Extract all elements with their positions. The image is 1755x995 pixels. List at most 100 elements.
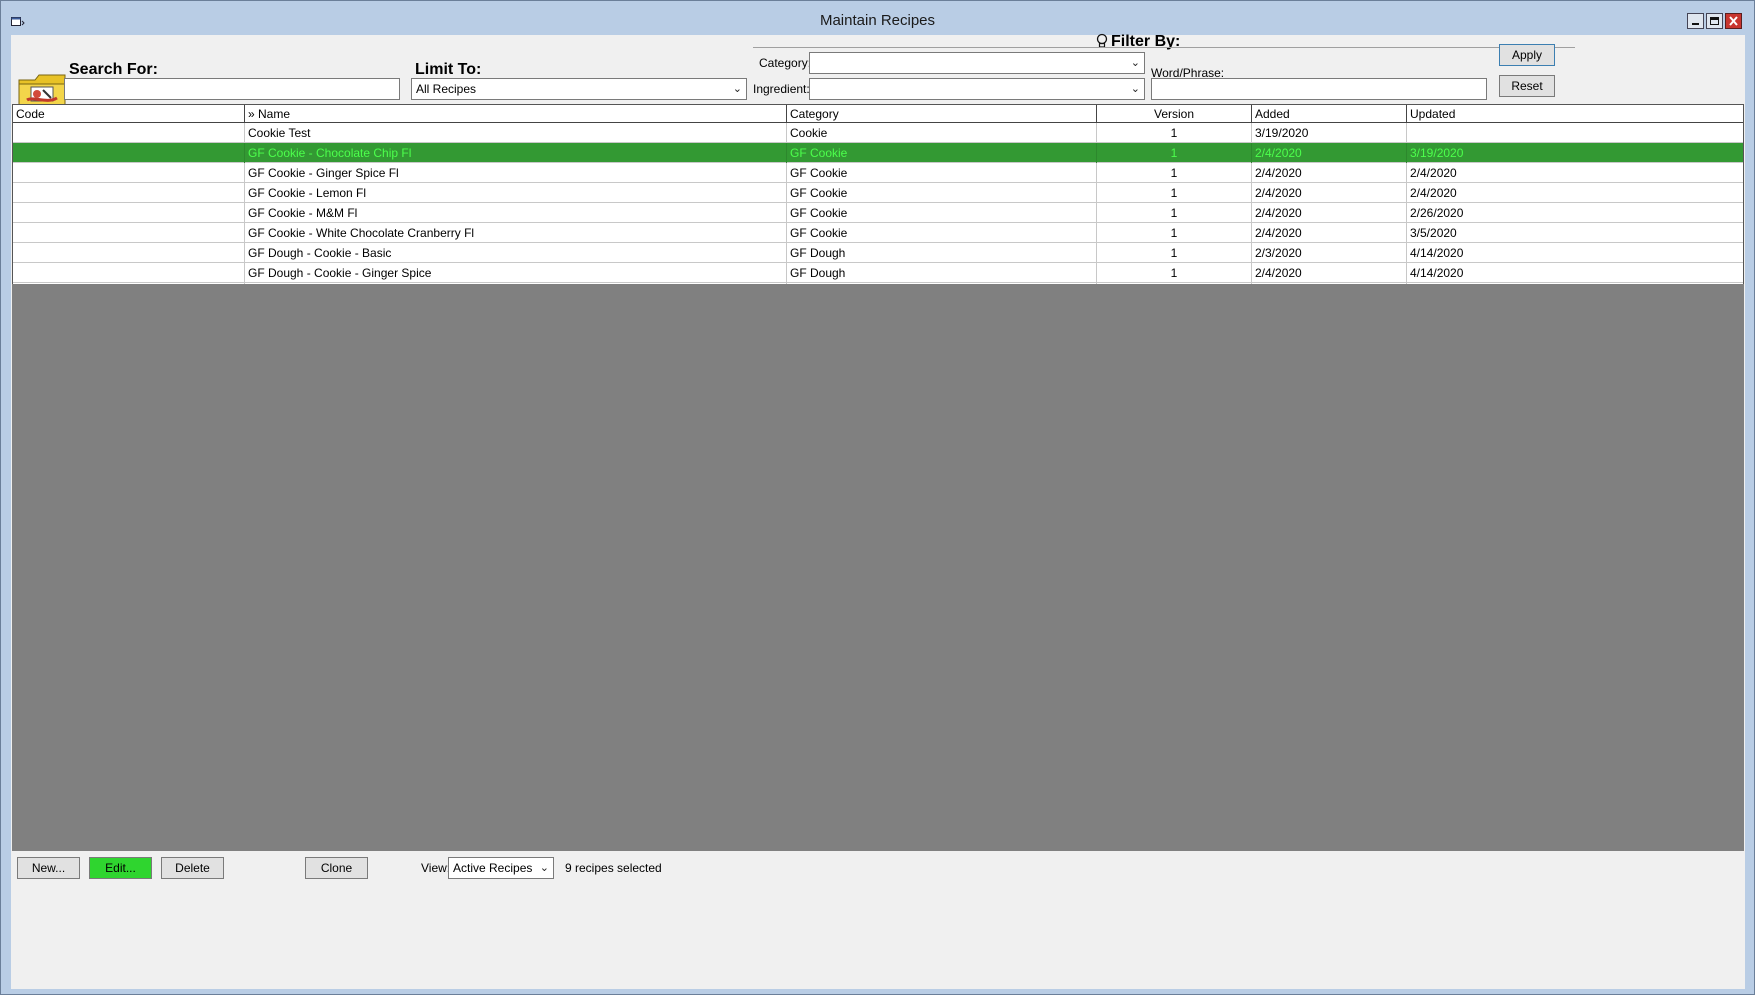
filter-divider [753, 47, 1575, 48]
table-row[interactable]: GF Cookie - White Chocolate Cranberry Fl… [13, 223, 1743, 243]
close-button[interactable] [1725, 13, 1742, 29]
cell-code [13, 263, 245, 283]
cell-updated: 3/19/2020 [1410, 146, 1464, 160]
window-title: Maintain Recipes [819, 12, 936, 29]
cell-added: 2/4/2020 [1252, 203, 1407, 223]
chevron-down-icon: ⌄ [539, 862, 549, 874]
cell-category: GF Dough [787, 263, 1097, 283]
cell-version: 1 [1097, 183, 1252, 203]
cell-updated: 4/14/2020 [1410, 246, 1464, 260]
cell-category: GF Cookie [787, 143, 1097, 163]
cell-name: GF Cookie - Lemon Fl [245, 183, 787, 203]
table-row[interactable]: GF Dough - Cookie - Basic GF Dough 1 2/3/20… [13, 243, 1743, 263]
cell-version: 1 [1097, 163, 1252, 183]
cell-added: 2/4/2020 [1252, 163, 1407, 183]
word-phrase-input[interactable] [1151, 78, 1487, 100]
limit-label: Limit To: [415, 61, 482, 78]
cell-updated: 3/5/2020 [1410, 226, 1457, 240]
column-header-updated[interactable]: Updated [1407, 105, 1743, 123]
column-header-code[interactable]: Code [13, 105, 245, 123]
cell-name: Cookie Test [245, 123, 787, 143]
table-row[interactable]: GF Cookie - Chocolate Chip Fl GF Cookie 1 2… [13, 143, 1743, 163]
cell-category: GF Cookie [787, 163, 1097, 183]
search-input[interactable] [64, 78, 400, 100]
column-header-category[interactable]: Category [787, 105, 1097, 123]
cell-version: 1 [1097, 123, 1252, 143]
new-button[interactable]: New... [17, 857, 80, 879]
recipes-table[interactable]: Code » Name Category Version Added Updat… [12, 104, 1744, 306]
minimize-button[interactable] [1687, 13, 1704, 29]
cell-added: 2/3/2020 [1252, 243, 1407, 263]
bottom-toolbar: New... Edit... Delete Clone View: Active… [11, 851, 1745, 889]
cell-added: 2/4/2020 [1252, 223, 1407, 243]
cell-code [13, 183, 245, 203]
table-row[interactable]: GF Dough - Cookie - Ginger Spice GF Dough… [13, 263, 1743, 283]
cell-version: 1 [1097, 243, 1252, 263]
column-header-added[interactable]: Added [1252, 105, 1407, 123]
cell-code [13, 223, 245, 243]
cell-added: 2/4/2020 [1252, 183, 1407, 203]
chevron-down-icon: ⌄ [1130, 83, 1140, 95]
view-select[interactable]: Active Recipes ⌄ [448, 857, 554, 879]
category-label: Category: [759, 56, 812, 70]
cell-name: GF Dough - Cookie - Basic [245, 243, 787, 263]
table-row[interactable]: GF Cookie - Ginger Spice Fl GF Cookie 1 2/4… [13, 163, 1743, 183]
table-row[interactable]: GF Cookie - Lemon Fl GF Cookie 1 2/4/2020 2/… [13, 183, 1743, 203]
empty-table-area [12, 284, 1744, 851]
apply-button[interactable]: Apply [1499, 44, 1555, 66]
cell-code [13, 143, 245, 163]
cell-updated [1407, 123, 1743, 143]
cell-code [13, 203, 245, 223]
cell-added: 2/4/2020 [1252, 143, 1407, 163]
cell-name: GF Cookie - Ginger Spice Fl [245, 163, 787, 183]
maximize-icon [1710, 17, 1719, 25]
cell-code [13, 123, 245, 143]
cell-category: Cookie [787, 123, 1097, 143]
category-select[interactable]: ⌄ [809, 52, 1145, 74]
cell-added: 3/19/2020 [1252, 123, 1407, 143]
chevron-down-icon: ⌄ [732, 83, 742, 95]
view-label: View: [421, 861, 451, 875]
cell-category: GF Cookie [787, 223, 1097, 243]
limit-select[interactable]: All Recipes ⌄ [411, 78, 747, 100]
delete-button[interactable]: Delete [161, 857, 224, 879]
status-text: 9 recipes selected [565, 861, 662, 875]
column-header-version[interactable]: Version [1097, 105, 1252, 123]
cell-updated: 2/4/2020 [1410, 186, 1457, 200]
client-area: Search For: Limit To: All Recipes ⌄ Filt… [11, 33, 1745, 989]
cell-category: GF Cookie [787, 183, 1097, 203]
table-row[interactable]: GF Cookie - M&M Fl GF Cookie 1 2/4/2020 2/26… [13, 203, 1743, 223]
cell-category: GF Dough [787, 243, 1097, 263]
reset-button[interactable]: Reset [1499, 75, 1555, 97]
clone-button[interactable]: Clone [305, 857, 368, 879]
cell-version: 1 [1097, 143, 1252, 163]
close-icon [1729, 16, 1738, 26]
ingredient-select[interactable]: ⌄ [809, 78, 1145, 100]
cell-name: GF Cookie - White Chocolate Cranberry Fl [245, 223, 787, 243]
ingredient-label: Ingredient: [753, 82, 810, 96]
column-header-name[interactable]: » Name [245, 105, 787, 123]
title-bar[interactable]: Maintain Recipes [1, 1, 1754, 35]
cell-updated: 2/4/2020 [1410, 166, 1457, 180]
main-window: Maintain Recipes Search For: Limit To: A… [0, 0, 1755, 995]
filter-title: Filter By: [1111, 33, 1181, 50]
cell-name: GF Cookie - Chocolate Chip Fl [245, 143, 787, 163]
cell-added: 2/4/2020 [1252, 263, 1407, 283]
cell-version: 1 [1097, 223, 1252, 243]
edit-button[interactable]: Edit... [89, 857, 152, 879]
maximize-button[interactable] [1706, 13, 1723, 29]
limit-select-value: All Recipes [416, 82, 477, 96]
cell-category: GF Cookie [787, 203, 1097, 223]
cell-updated: 4/14/2020 [1410, 266, 1464, 280]
cell-code [13, 243, 245, 263]
search-label: Search For: [69, 61, 158, 78]
cell-version: 1 [1097, 203, 1252, 223]
table-row[interactable]: Cookie Test Cookie 1 3/19/2020 [13, 123, 1743, 143]
cell-version: 1 [1097, 263, 1252, 283]
cell-code [13, 163, 245, 183]
cell-name: GF Dough - Cookie - Ginger Spice [245, 263, 787, 283]
view-select-value: Active Recipes [453, 861, 533, 875]
minimize-icon [1692, 23, 1699, 25]
chevron-down-icon: ⌄ [1130, 57, 1140, 69]
cell-updated: 2/26/2020 [1410, 206, 1464, 220]
